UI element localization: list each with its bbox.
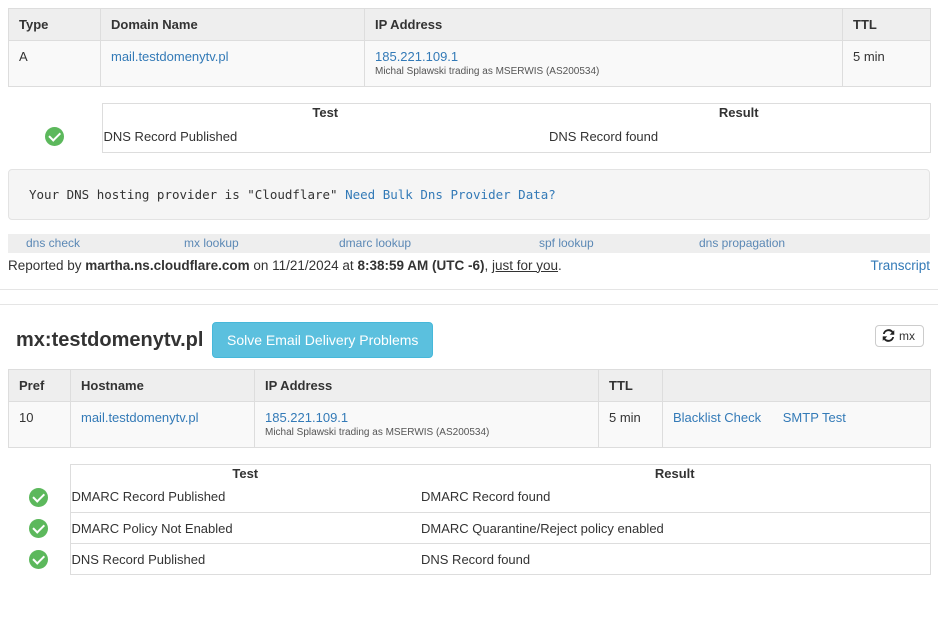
- check-pass-icon: [29, 487, 49, 507]
- col-result: Result: [420, 463, 931, 482]
- reported-comma: ,: [484, 257, 492, 273]
- col-status-blank: [8, 464, 70, 482]
- ip-address-link[interactable]: 185.221.109.1: [375, 49, 458, 64]
- hostname-link[interactable]: mail.testdomenytv.pl: [81, 410, 199, 425]
- smtp-test-link[interactable]: SMTP Test: [783, 410, 846, 425]
- cell-status: [8, 512, 70, 544]
- refresh-mx-label: mx: [899, 328, 915, 343]
- blacklist-check-link[interactable]: Blacklist Check: [673, 410, 761, 425]
- mx-record-table: Pref Hostname IP Address TTL 10 mail.tes…: [8, 368, 931, 448]
- reported-by-line: Reported by martha.ns.cloudflare.com on …: [8, 257, 930, 275]
- tests-header-row: Test Result: [8, 103, 931, 121]
- cell-ip-address: 185.221.109.1 Michal Splawski trading as…: [254, 401, 599, 447]
- cell-actions: Blacklist Check SMTP Test: [662, 401, 931, 447]
- check-pass-icon: [29, 549, 49, 569]
- cell-ip-address: 185.221.109.1 Michal Splawski trading as…: [364, 40, 843, 87]
- col-actions: [662, 369, 931, 402]
- cell-type: A: [8, 40, 101, 87]
- reported-on: on 11/21/2024 at: [249, 257, 358, 273]
- refresh-icon: [882, 329, 895, 342]
- dns-provider-notice: Your DNS hosting provider is "Cloudflare…: [8, 168, 930, 220]
- cell-status: [8, 543, 70, 575]
- col-ttl: TTL: [842, 8, 931, 41]
- table-row: DMARC Record Published DMARC Record foun…: [8, 481, 931, 513]
- cell-ttl: 5 min: [842, 40, 931, 87]
- nav-link-mx-lookup[interactable]: mx lookup: [184, 236, 239, 250]
- domain-name-link[interactable]: mail.testdomenytv.pl: [111, 49, 229, 64]
- nav-link-dmarc-lookup[interactable]: dmarc lookup: [339, 236, 411, 250]
- col-pref: Pref: [8, 369, 71, 402]
- cell-status: [8, 481, 70, 513]
- col-test: Test: [101, 103, 548, 121]
- cell-status: [8, 121, 102, 152]
- col-status-blank: [8, 103, 102, 121]
- reported-server: martha.ns.cloudflare.com: [85, 257, 250, 273]
- cell-test-name: DNS Record Published: [69, 543, 420, 575]
- asn-info: Michal Splawski trading as MSERWIS (AS20…: [375, 66, 600, 77]
- mx-section-header: mx:testdomenytv.pl Solve Email Delivery …: [0, 315, 938, 369]
- solve-email-delivery-problems-button[interactable]: Solve Email Delivery Problems: [212, 321, 434, 358]
- col-ip-address: IP Address: [364, 8, 843, 41]
- refresh-mx-button[interactable]: mx: [875, 324, 924, 347]
- table-row: A mail.testdomenytv.pl 185.221.109.1 Mic…: [8, 40, 931, 87]
- cell-test-result: DNS Record found: [548, 121, 931, 153]
- transcript-link[interactable]: Transcript: [870, 257, 930, 275]
- nav-link-spf-lookup[interactable]: spf lookup: [539, 236, 594, 250]
- dns-record-table: Type Domain Name IP Address TTL A mail.t…: [8, 8, 931, 87]
- cell-test-result: DMARC Quarantine/Reject policy enabled: [420, 512, 931, 544]
- nav-link-dns-propagation[interactable]: dns propagation: [699, 236, 785, 250]
- page-title: mx:testdomenytv.pl: [16, 328, 204, 351]
- cell-test-name: DNS Record Published: [101, 121, 548, 153]
- check-pass-icon: [45, 127, 65, 146]
- col-ttl: TTL: [598, 369, 663, 402]
- col-result: Result: [548, 103, 931, 121]
- cell-test-name: DMARC Policy Not Enabled: [69, 512, 420, 544]
- cell-test-result: DNS Record found: [420, 543, 931, 575]
- reported-period: .: [558, 257, 562, 273]
- just-for-you-link[interactable]: just for you: [492, 258, 558, 273]
- cell-hostname: mail.testdomenytv.pl: [70, 401, 255, 447]
- cell-test-name: DMARC Record Published: [69, 481, 420, 513]
- table-row: DNS Record Published DNS Record found: [8, 543, 931, 575]
- mx-tests-table: Test Result DMARC Record Published DMARC…: [8, 463, 931, 575]
- col-type: Type: [8, 8, 101, 41]
- dns-lookup-page: Type Domain Name IP Address TTL A mail.t…: [0, 0, 938, 575]
- col-test: Test: [69, 463, 420, 482]
- cell-test-result: DMARC Record found: [420, 481, 931, 513]
- dns-tests-table: Test Result DNS Record Published DNS Rec…: [8, 103, 931, 153]
- table-row: 10 mail.testdomenytv.pl 185.221.109.1 Mi…: [8, 401, 931, 447]
- reported-time: 8:38:59 AM (UTC -6): [357, 257, 485, 273]
- col-ip-address: IP Address: [254, 369, 599, 402]
- table-row: DNS Record Published DNS Record found: [8, 121, 931, 153]
- nav-link-dns-check[interactable]: dns check: [26, 236, 80, 250]
- cell-domain-name: mail.testdomenytv.pl: [100, 40, 365, 87]
- col-hostname: Hostname: [70, 369, 255, 402]
- table-header-row: Pref Hostname IP Address TTL: [8, 369, 931, 402]
- cell-ttl: 5 min: [598, 401, 663, 447]
- bulk-dns-provider-data-link[interactable]: Need Bulk Dns Provider Data?: [345, 187, 556, 202]
- tests-header-row: Test Result: [8, 463, 931, 482]
- notice-text: Your DNS hosting provider is "Cloudflare…: [29, 186, 338, 202]
- lookup-nav-strip: dns check mx lookup dmarc lookup spf loo…: [8, 233, 930, 253]
- table-row: DMARC Policy Not Enabled DMARC Quarantin…: [8, 512, 931, 544]
- cell-pref: 10: [8, 401, 71, 447]
- ip-address-link[interactable]: 185.221.109.1: [265, 410, 348, 425]
- table-header-row: Type Domain Name IP Address TTL: [8, 8, 931, 41]
- asn-info: Michal Splawski trading as MSERWIS (AS20…: [265, 426, 490, 438]
- check-pass-icon: [29, 518, 49, 538]
- reported-prefix: Reported by: [8, 257, 86, 273]
- col-domain-name: Domain Name: [100, 8, 365, 41]
- section-divider-bottom: [0, 303, 938, 305]
